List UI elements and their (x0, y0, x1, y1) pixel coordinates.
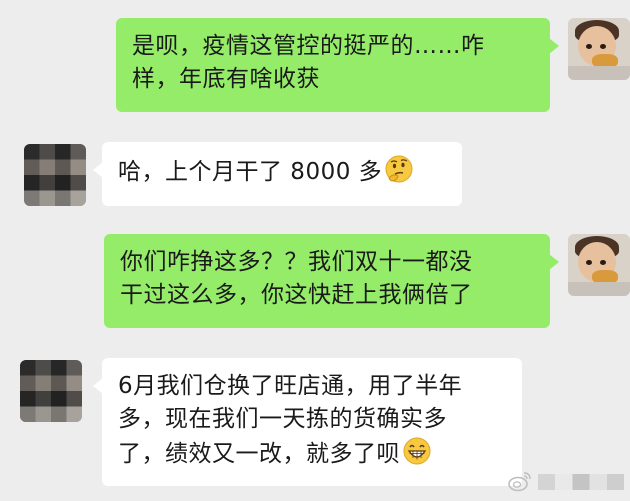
contact-avatar[interactable] (24, 144, 86, 206)
chat-conversation: 是呗，疫情这管控的挺严的……咋 样，年底有啥收获 哈，上个月干了 8000 多 … (0, 0, 630, 501)
my-avatar[interactable] (568, 234, 630, 296)
my-avatar[interactable] (568, 18, 630, 80)
their-message-bubble[interactable]: 6月我们仓换了旺店通，用了半年 多，现在我们一天拣的货确实多 了，绩效又一改，就… (93, 358, 522, 486)
weibo-logo-icon (508, 472, 531, 492)
message-text-line: 样，年底有啥收获 (132, 66, 320, 92)
my-message-bubble[interactable]: 是呗，疫情这管控的挺严的……咋 样，年底有啥收获 (116, 18, 559, 112)
grinning-face-emoji (403, 437, 431, 465)
message-text: 了，绩效又一改，就多了呗 (118, 441, 400, 467)
their-message-bubble[interactable]: 哈，上个月干了 8000 多 (93, 142, 462, 206)
message-text-line: 多，现在我们一天拣的货确实多 (118, 406, 447, 432)
message-text: 哈，上个月干了 8000 多 (118, 159, 383, 185)
thinking-face-emoji (385, 155, 413, 183)
message-text-line: 干过这么多，你这快赶上我俩倍了 (120, 282, 473, 308)
message-text-line: 你们咋挣这多？？我们双十一都没 (120, 249, 473, 275)
weibo-watermark (508, 468, 630, 496)
my-message-bubble[interactable]: 你们咋挣这多？？我们双十一都没 干过这么多，你这快赶上我俩倍了 (104, 234, 559, 328)
contact-avatar[interactable] (20, 360, 82, 422)
message-text-line: 是呗，疫情这管控的挺严的……咋 (132, 33, 485, 59)
watermark-username-blurred (538, 474, 624, 490)
message-text-line: 6月我们仓换了旺店通，用了半年 (118, 373, 463, 399)
